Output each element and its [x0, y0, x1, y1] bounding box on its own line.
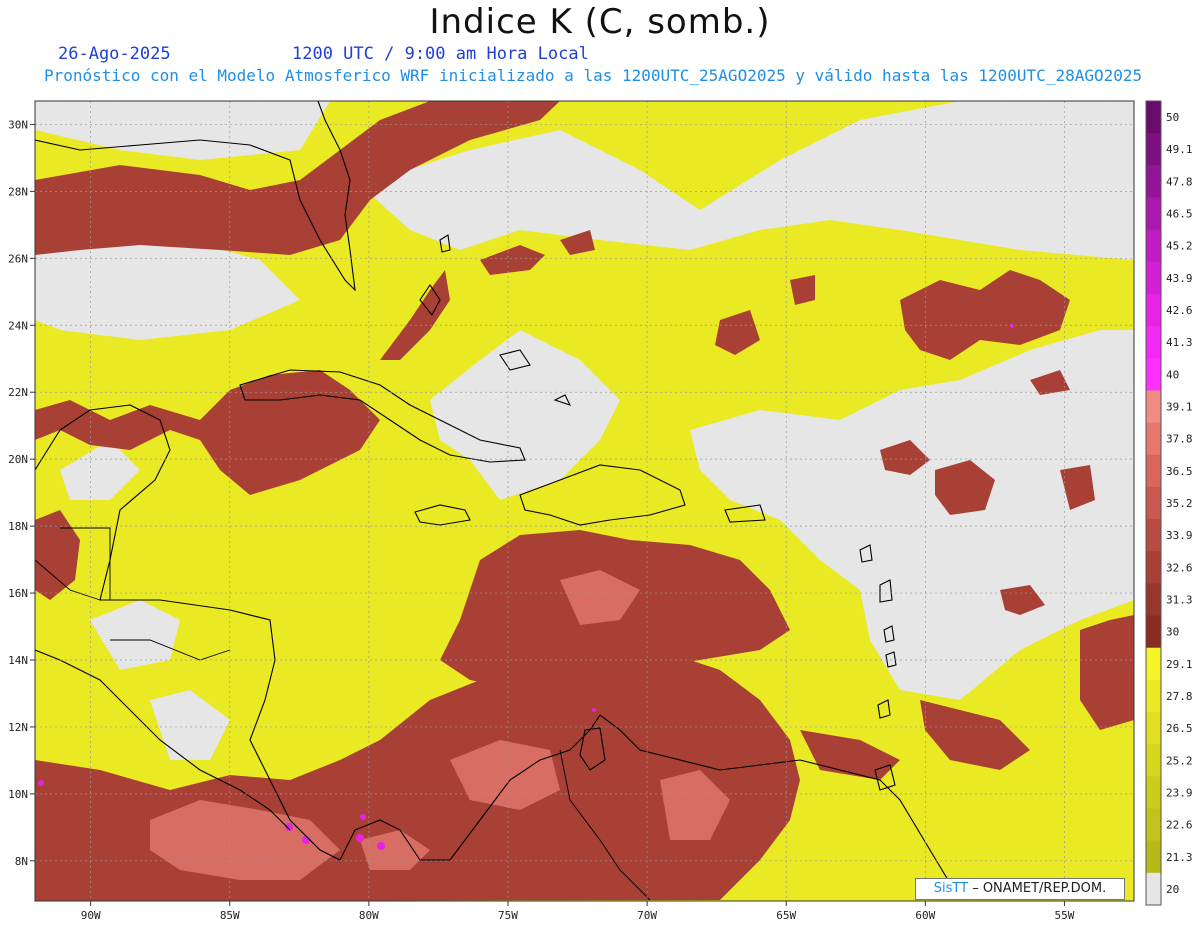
colorbar-swatch — [1146, 551, 1161, 584]
lon-label: 60W — [915, 909, 935, 922]
latitude-labels: 30N 28N 26N 24N 22N 20N 18N 16N 14N 12N 10N 8N — [8, 118, 35, 868]
colorbar-label: 32.6 — [1166, 561, 1193, 574]
lon-label: 75W — [498, 909, 518, 922]
colorbar-label: 45.2 — [1166, 240, 1193, 253]
colorbar-label: 21.3 — [1166, 851, 1193, 864]
colorbar-label: 20 — [1166, 883, 1179, 896]
k-index-map: 90W 85W 80W 75W 70W 65W 60W 55W 30N 28N 26N 24N 22N… — [8, 100, 1193, 922]
lat-label: 24N — [8, 319, 28, 332]
lat-label: 22N — [8, 386, 28, 399]
colorbar-label: 39.1 — [1166, 401, 1193, 414]
colorbar-label: 31.3 — [1166, 593, 1193, 606]
credit-text: – ONAMET/REP.DOM. — [968, 881, 1107, 896]
colorbar-label: 46.5 — [1166, 208, 1193, 221]
colorbar-swatch — [1146, 101, 1161, 134]
lon-label: 55W — [1055, 909, 1075, 922]
lon-label: 85W — [220, 909, 240, 922]
lat-label: 14N — [8, 654, 28, 667]
lat-label: 12N — [8, 721, 28, 734]
colorbar-swatch — [1146, 390, 1161, 424]
colorbar-label: 27.8 — [1166, 690, 1193, 703]
colorbar-swatch — [1146, 776, 1161, 810]
lat-label: 8N — [15, 855, 28, 868]
colorbar-swatch — [1146, 133, 1161, 166]
colorbar-swatch — [1146, 712, 1161, 745]
lat-label: 16N — [8, 587, 28, 600]
colorbar-label: 50 — [1166, 111, 1179, 124]
colorbar-label: 40 — [1166, 368, 1179, 381]
colorbar-swatch — [1146, 872, 1161, 906]
colorbar-swatch — [1146, 744, 1161, 777]
colorbar-label: 25.2 — [1166, 754, 1193, 767]
colorbar-swatch — [1146, 519, 1161, 552]
lat-label: 20N — [8, 453, 28, 466]
colorbar-swatch — [1146, 422, 1161, 456]
colorbar-label: 22.6 — [1166, 819, 1193, 832]
colorbar-label: 49.1 — [1166, 143, 1193, 156]
sispi-logo: SisTT — [933, 881, 969, 896]
colorbar-swatch — [1146, 197, 1161, 231]
colorbar-swatch — [1146, 454, 1161, 488]
colorbar-swatch — [1146, 647, 1161, 681]
colorbar-label: 29.1 — [1166, 658, 1193, 671]
colorbar-swatch — [1146, 358, 1161, 391]
colorbar-swatch — [1146, 326, 1161, 359]
lon-label: 90W — [81, 909, 101, 922]
colorbar-swatch — [1146, 679, 1161, 713]
colorbar-swatch — [1146, 808, 1161, 842]
colorbar-label: 42.6 — [1166, 304, 1193, 317]
colorbar-swatch — [1146, 293, 1161, 327]
colorbar-label: 23.9 — [1166, 786, 1193, 799]
colorbar-swatch — [1146, 486, 1161, 520]
colorbar-label: 36.5 — [1166, 465, 1193, 478]
colorbar-swatch — [1146, 615, 1161, 649]
lat-label: 26N — [8, 252, 28, 265]
lat-label: 18N — [8, 520, 28, 533]
colorbar: 50 49.1 47.8 46.5 45.2 43.9 42.6 41.3 40 39.1 37.8… — [1145, 100, 1193, 906]
colorbar-label: 30 — [1166, 626, 1179, 639]
colorbar-swatch — [1146, 261, 1161, 295]
colorbar-swatch — [1146, 165, 1161, 198]
colorbar-label: 35.2 — [1166, 497, 1193, 510]
colorbar-label: 41.3 — [1166, 336, 1193, 349]
colorbar-swatch — [1146, 583, 1161, 617]
lat-label: 30N — [8, 118, 28, 131]
colorbar-label: 37.8 — [1166, 433, 1193, 446]
colorbar-label: 33.9 — [1166, 529, 1193, 542]
lat-label: 10N — [8, 788, 28, 801]
longitude-labels: 90W 85W 80W 75W 70W 65W 60W 55W — [81, 901, 1075, 922]
lat-label: 28N — [8, 185, 28, 198]
lon-label: 70W — [637, 909, 657, 922]
colorbar-label: 43.9 — [1166, 272, 1193, 285]
credit-box: SisTT – ONAMET/REP.DOM. — [915, 878, 1125, 900]
colorbar-swatch — [1146, 229, 1161, 263]
colorbar-label: 47.8 — [1166, 175, 1193, 188]
colorbar-label: 26.5 — [1166, 722, 1193, 735]
lon-label: 65W — [776, 909, 796, 922]
lon-label: 80W — [359, 909, 379, 922]
colorbar-swatch — [1146, 840, 1161, 874]
